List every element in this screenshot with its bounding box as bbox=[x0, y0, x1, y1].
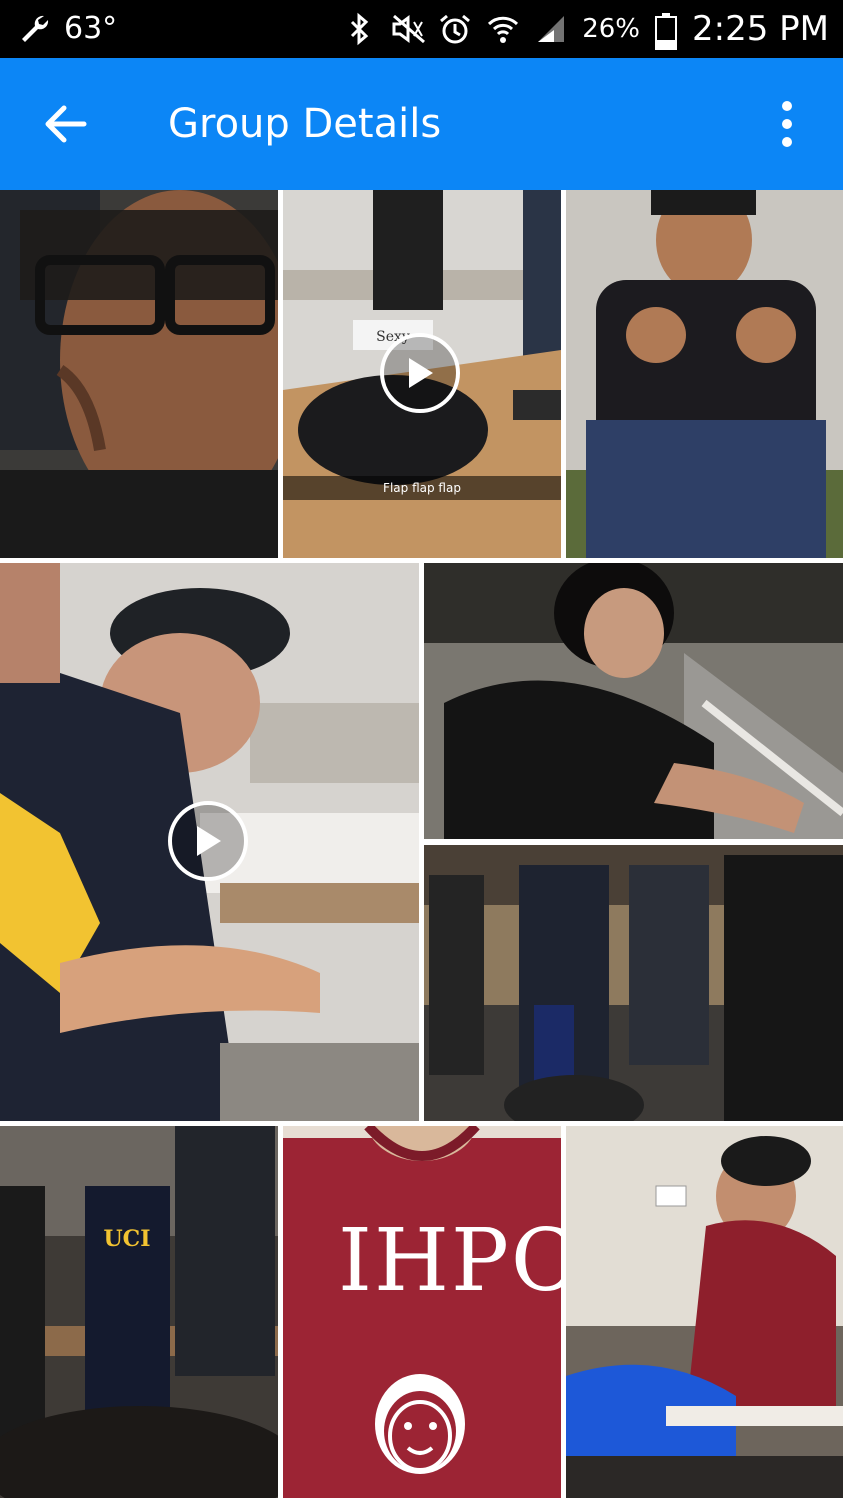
alarm-icon bbox=[438, 12, 472, 46]
back-button[interactable] bbox=[40, 102, 90, 146]
play-button[interactable] bbox=[168, 801, 248, 881]
photo-thumbnail bbox=[0, 190, 278, 558]
media-tile-7[interactable]: UCI bbox=[0, 1126, 278, 1498]
media-tile-9[interactable] bbox=[566, 1126, 843, 1498]
play-icon bbox=[197, 826, 221, 856]
media-tile-8[interactable]: IHPC bbox=[283, 1126, 561, 1498]
page-title: Group Details bbox=[168, 101, 442, 147]
media-tile-6[interactable] bbox=[424, 845, 843, 1121]
battery-icon bbox=[654, 12, 678, 50]
arrow-left-icon bbox=[45, 105, 87, 143]
shirt-text: IHPC bbox=[338, 1211, 561, 1311]
play-button[interactable] bbox=[380, 333, 460, 413]
photo-thumbnail bbox=[566, 1126, 843, 1498]
video-caption: Flap flap flap bbox=[283, 476, 561, 500]
media-tile-2[interactable]: Sexy Flap flap flap bbox=[283, 190, 561, 558]
bluetooth-icon bbox=[342, 12, 376, 46]
photo-thumbnail bbox=[424, 845, 843, 1121]
photo-thumbnail bbox=[566, 190, 843, 558]
status-bar: 63° 26% 2:25 PM bbox=[0, 0, 843, 58]
mute-icon bbox=[390, 12, 426, 46]
temperature-text: 63° bbox=[64, 11, 118, 46]
media-tile-4[interactable] bbox=[0, 563, 419, 1121]
app-bar: Group Details bbox=[0, 58, 843, 190]
more-vertical-icon bbox=[782, 101, 792, 147]
battery-percent-text: 26% bbox=[582, 14, 640, 44]
photo-thumbnail bbox=[424, 563, 843, 839]
photo-thumbnail: UCI bbox=[0, 1126, 278, 1498]
play-icon bbox=[409, 358, 433, 388]
shirt-logo-text: UCI bbox=[104, 1226, 151, 1252]
media-tile-1[interactable] bbox=[0, 190, 278, 558]
media-tile-3[interactable] bbox=[566, 190, 843, 558]
signal-icon bbox=[534, 12, 568, 46]
more-options-button[interactable] bbox=[770, 98, 804, 150]
media-tile-5[interactable] bbox=[424, 563, 843, 839]
photo-thumbnail bbox=[283, 1126, 561, 1498]
wrench-icon bbox=[18, 12, 52, 46]
wifi-icon bbox=[486, 12, 520, 46]
clock-text: 2:25 PM bbox=[692, 9, 829, 49]
